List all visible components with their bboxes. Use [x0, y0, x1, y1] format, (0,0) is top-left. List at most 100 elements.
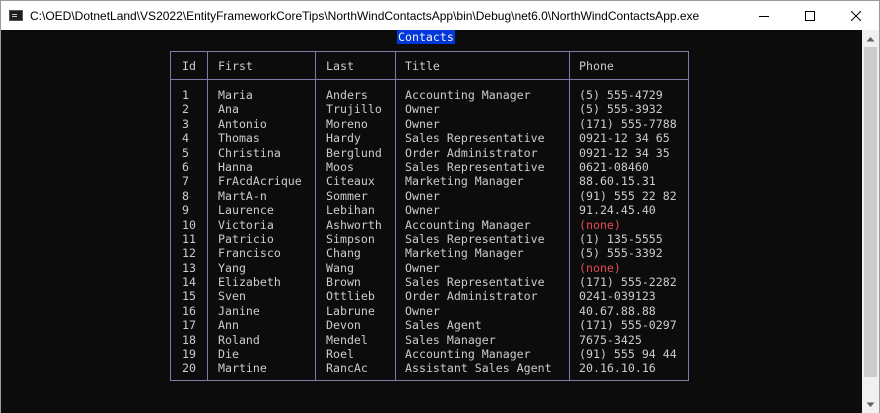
- minimize-icon: [759, 15, 769, 17]
- cell-id: 20: [182, 361, 196, 376]
- cell-title: Sales Representative: [405, 231, 545, 246]
- cell-last: Mendel: [326, 332, 368, 347]
- cell-phone: 0921-12 34 65: [579, 131, 670, 146]
- table-row: 20 Martine RancAc Assistant Sales Agent 20.1…: [171, 361, 688, 375]
- cell-id: 17: [182, 318, 196, 333]
- cell-id: 3: [182, 116, 189, 131]
- cell-last: Simpson: [326, 231, 375, 246]
- cell-phone: 0241-039123: [579, 289, 656, 304]
- cell-last: Chang: [326, 246, 361, 261]
- column-header-phone: Phone: [579, 59, 614, 73]
- cell-first: Yang: [218, 260, 246, 275]
- table-row: 13 Yang Wang Owner (none): [171, 261, 688, 275]
- table-body: 1 Maria Anders Accounting Manager (5) 555-47…: [171, 88, 688, 376]
- cell-phone: 20.16.10.16: [579, 361, 656, 376]
- cell-id: 11: [182, 231, 196, 246]
- cell-phone: (5) 555-3932: [579, 102, 663, 117]
- cell-id: 10: [182, 217, 196, 232]
- cell-id: 13: [182, 260, 196, 275]
- cell-last: Wang: [326, 260, 354, 275]
- chevron-down-icon: [866, 402, 875, 407]
- cell-first: MartA-n: [218, 188, 267, 203]
- console-app-icon[interactable]: [9, 10, 23, 21]
- cell-title: Sales Representative: [405, 159, 545, 174]
- cell-id: 8: [182, 188, 189, 203]
- title-bar[interactable]: C:\OED\DotnetLand\VS2022\EntityFramework…: [1, 1, 879, 30]
- scroll-up-button[interactable]: [862, 30, 879, 47]
- table-row: 3 Antonio Moreno Owner (171) 555-7788: [171, 117, 688, 131]
- cell-id: 7: [182, 174, 189, 189]
- vertical-scrollbar[interactable]: [862, 30, 879, 413]
- cell-phone: 0621-08460: [579, 159, 649, 174]
- cell-phone: (91) 555 94 44: [579, 347, 677, 362]
- cell-first: Francisco: [218, 246, 281, 261]
- column-header-id: Id: [182, 59, 196, 73]
- table-row: 5 Christina Berglund Order Administrator 092…: [171, 146, 688, 160]
- cell-title: Sales Representative: [405, 275, 545, 290]
- console-window: C:\OED\DotnetLand\VS2022\EntityFramework…: [0, 0, 880, 413]
- cell-title: Owner: [405, 260, 440, 275]
- window-controls: [741, 1, 879, 30]
- table-row: 8 MartA-n Sommer Owner (91) 555 22 82: [171, 189, 688, 203]
- cell-last: Anders: [326, 88, 368, 102]
- cell-title: Sales Manager: [405, 332, 496, 347]
- cell-phone: (1) 135-5555: [579, 231, 663, 246]
- table-row: 7 FrAcdAcrique Citeaux Marketing Manager 88.…: [171, 174, 688, 188]
- cell-id: 18: [182, 332, 196, 347]
- cell-phone: (171) 555-2282: [579, 275, 677, 290]
- table-row: 17 Ann Devon Sales Agent (171) 555-0297: [171, 318, 688, 332]
- header-divider: [171, 79, 688, 80]
- cell-phone: (none): [579, 260, 621, 275]
- scrollbar-thumb[interactable]: [864, 47, 877, 377]
- cell-last: Moos: [326, 159, 354, 174]
- console-output[interactable]: Contacts Id First Last Title Phone 1 Mari…: [1, 30, 863, 413]
- column-header-last: Last: [326, 59, 354, 73]
- cell-first: Janine: [218, 303, 260, 318]
- cell-last: Devon: [326, 318, 361, 333]
- close-button[interactable]: [833, 1, 879, 30]
- cell-title: Marketing Manager: [405, 246, 524, 261]
- contacts-heading: Contacts: [397, 30, 455, 44]
- table-row: 2 Ana Trujillo Owner (5) 555-3932: [171, 102, 688, 116]
- window-title: C:\OED\DotnetLand\VS2022\EntityFramework…: [30, 8, 700, 23]
- cell-title: Order Administrator: [405, 145, 538, 160]
- cell-title: Sales Representative: [405, 131, 545, 146]
- cell-last: Lebihan: [326, 203, 375, 218]
- minimize-button[interactable]: [741, 1, 787, 30]
- cell-phone: (91) 555 22 82: [579, 188, 677, 203]
- cell-phone: 7675-3425: [579, 332, 642, 347]
- cell-last: Ashworth: [326, 217, 382, 232]
- table-row: 16 Janine Labrune Owner 40.67.88.88: [171, 304, 688, 318]
- cell-phone: 88.60.15.31: [579, 174, 656, 189]
- cell-id: 12: [182, 246, 196, 261]
- cell-title: Order Administrator: [405, 289, 538, 304]
- scroll-down-button[interactable]: [862, 396, 879, 413]
- cell-first: Martine: [218, 361, 267, 376]
- cell-id: 16: [182, 303, 196, 318]
- cell-phone: (none): [579, 217, 621, 232]
- cell-id: 19: [182, 347, 196, 362]
- cell-first: Laurence: [218, 203, 274, 218]
- table-row: 19 Die Roel Accounting Manager (91) 555 94 4…: [171, 347, 688, 361]
- cell-title: Owner: [405, 303, 440, 318]
- cell-title: Owner: [405, 203, 440, 218]
- maximize-button[interactable]: [787, 1, 833, 30]
- cell-first: Patricio: [218, 231, 274, 246]
- cell-last: Moreno: [326, 116, 368, 131]
- cell-last: Hardy: [326, 131, 361, 146]
- cell-first: Maria: [218, 88, 253, 102]
- column-header-first: First: [218, 59, 253, 73]
- cell-first: Die: [218, 347, 239, 362]
- table-row: 4 Thomas Hardy Sales Representative 0921-12 …: [171, 131, 688, 145]
- cell-last: Brown: [326, 275, 361, 290]
- cell-title: Owner: [405, 102, 440, 117]
- cell-last: RancAc: [326, 361, 368, 376]
- cell-first: Christina: [218, 145, 281, 160]
- close-icon: [851, 10, 861, 21]
- cell-phone: (5) 555-3392: [579, 246, 663, 261]
- cell-phone: (171) 555-7788: [579, 116, 677, 131]
- cell-first: Roland: [218, 332, 260, 347]
- cell-last: Roel: [326, 347, 354, 362]
- cell-first: Elizabeth: [218, 275, 281, 290]
- cell-first: Antonio: [218, 116, 267, 131]
